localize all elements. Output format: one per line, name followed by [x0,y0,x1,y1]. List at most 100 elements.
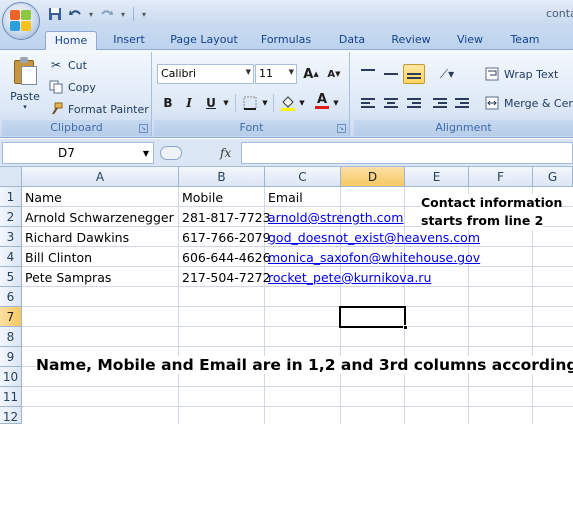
select-all-corner[interactable] [0,167,22,187]
tab-view[interactable]: View [450,31,490,50]
font-name-combo[interactable]: Calibri ▼ [157,64,254,84]
cell-c2[interactable]: arnold@strength.com [265,207,403,227]
align-center-button[interactable] [380,93,402,113]
borders-dropdown-icon[interactable]: ▼ [260,93,270,113]
font-color-dropdown-icon[interactable]: ▼ [331,93,341,113]
cell-b4[interactable]: 606-644-4626 [179,247,271,267]
column-header-c[interactable]: C [265,167,341,187]
cell-c1[interactable]: Email [265,187,303,207]
clipboard-group: Paste ▾ ✂ Cut Copy Format Painter Clipbo… [2,52,152,136]
tab-formulas[interactable]: Formulas [255,31,317,50]
clipboard-launcher-icon[interactable]: ↘ [139,124,148,133]
tab-insert[interactable]: Insert [104,31,154,50]
fill-color-dropdown-icon[interactable]: ▼ [297,93,307,113]
formula-bar: D7 ▼ fx [0,139,573,167]
increase-indent-button[interactable] [451,93,473,113]
row-header-7[interactable]: 7 [0,307,22,327]
cell-b2[interactable]: 281-817-7723 [179,207,271,227]
cell-a2[interactable]: Arnold Schwarzenegger [22,207,174,227]
fill-color-button[interactable] [278,93,298,113]
copy-label: Copy [68,80,96,94]
column-header-d[interactable]: D [341,167,405,187]
borders-icon [243,96,257,110]
cell-a1[interactable]: Name [22,187,62,207]
name-box-value: D7 [58,146,75,160]
underline-button[interactable]: U [201,93,221,113]
cell-c5[interactable]: rocket_pete@kurnikova.ru [265,267,431,287]
row-header-11[interactable]: 11 [0,387,22,407]
italic-button[interactable]: I [179,93,199,113]
tab-review[interactable]: Review [386,31,436,50]
font-color-button[interactable]: A [312,91,332,111]
tab-page-layout[interactable]: Page Layout [166,31,242,50]
save-icon[interactable] [46,5,64,23]
cell-a4[interactable]: Bill Clinton [22,247,92,267]
align-bottom-button[interactable] [403,64,425,84]
cell-b3[interactable]: 617-766-2079 [179,227,271,247]
paste-dropdown-icon[interactable]: ▾ [6,103,44,111]
qat-separator [133,7,134,21]
undo-icon[interactable] [66,5,84,23]
bold-button[interactable]: B [158,93,178,113]
row-header-10[interactable]: 10 [0,367,22,387]
fill-handle[interactable] [403,325,408,330]
formula-resize-handle[interactable] [160,146,182,160]
clipboard-group-label: Clipboard [2,120,151,136]
quick-access-toolbar: ▾ ▾ ▾ [46,4,149,24]
underline-dropdown-icon[interactable]: ▼ [221,93,231,113]
row-header-9[interactable]: 9 [0,347,22,367]
column-header-f[interactable]: F [469,167,533,187]
row-header-8[interactable]: 8 [0,327,22,347]
paste-button[interactable]: Paste ▾ [6,56,44,118]
orientation-button[interactable]: ⟋▾ [432,64,462,84]
tab-home[interactable]: Home [45,31,97,51]
formula-input[interactable] [241,142,573,164]
align-left-button[interactable] [357,93,379,113]
borders-button[interactable] [240,93,260,113]
grow-font-button[interactable]: A ▲ [301,64,321,84]
font-size-combo[interactable]: 11 ▼ [255,64,297,84]
merge-center-button[interactable]: Merge & Cent [484,94,573,112]
chevron-down-icon: ▼ [288,68,294,76]
cut-button[interactable]: ✂ Cut [48,56,87,74]
row-header-2[interactable]: 2 [0,207,22,227]
undo-dropdown-icon[interactable]: ▾ [86,5,96,23]
customize-qat-icon[interactable]: ▾ [139,5,149,23]
align-middle-button[interactable] [380,64,402,84]
align-top-button[interactable] [357,64,379,84]
cell-b1[interactable]: Mobile [179,187,223,207]
column-header-g[interactable]: G [533,167,573,187]
tab-data[interactable]: Data [332,31,372,50]
cell-a5[interactable]: Pete Sampras [22,267,111,287]
name-box[interactable]: D7 ▼ [2,142,154,164]
row-header-3[interactable]: 3 [0,227,22,247]
row-header-6[interactable]: 6 [0,287,22,307]
wrap-text-button[interactable]: Wrap Text [484,65,558,83]
redo-dropdown-icon[interactable]: ▾ [118,5,128,23]
active-cell-d7[interactable] [339,306,408,330]
column-header-e[interactable]: E [405,167,469,187]
decrease-indent-button[interactable] [429,93,451,113]
align-right-button[interactable] [403,93,425,113]
cell-c4[interactable]: monica_saxofon@whitehouse.gov [265,247,480,267]
column-header-a[interactable]: A [22,167,179,187]
redo-icon[interactable] [98,5,116,23]
shrink-font-button[interactable]: A ▼ [324,64,344,84]
office-button[interactable] [2,2,40,40]
orientation-icon: ⟋▾ [439,66,455,81]
copy-button[interactable]: Copy [48,78,96,96]
column-header-b[interactable]: B [179,167,265,187]
increase-indent-icon [455,98,469,108]
insert-function-icon[interactable]: fx [220,146,231,160]
row-header-1[interactable]: 1 [0,187,22,207]
tab-team[interactable]: Team [504,31,546,50]
row-header-4[interactable]: 4 [0,247,22,267]
cell-c3[interactable]: god_doesnot_exist@heavens.com [265,227,480,247]
row-header-12[interactable]: 12 [0,407,22,424]
format-painter-button[interactable]: Format Painter [48,100,149,118]
font-launcher-icon[interactable]: ↘ [337,124,346,133]
scissors-icon: ✂ [50,58,62,72]
cell-a3[interactable]: Richard Dawkins [22,227,129,247]
cell-b5[interactable]: 217-504-7272 [179,267,271,287]
row-header-5[interactable]: 5 [0,267,22,287]
